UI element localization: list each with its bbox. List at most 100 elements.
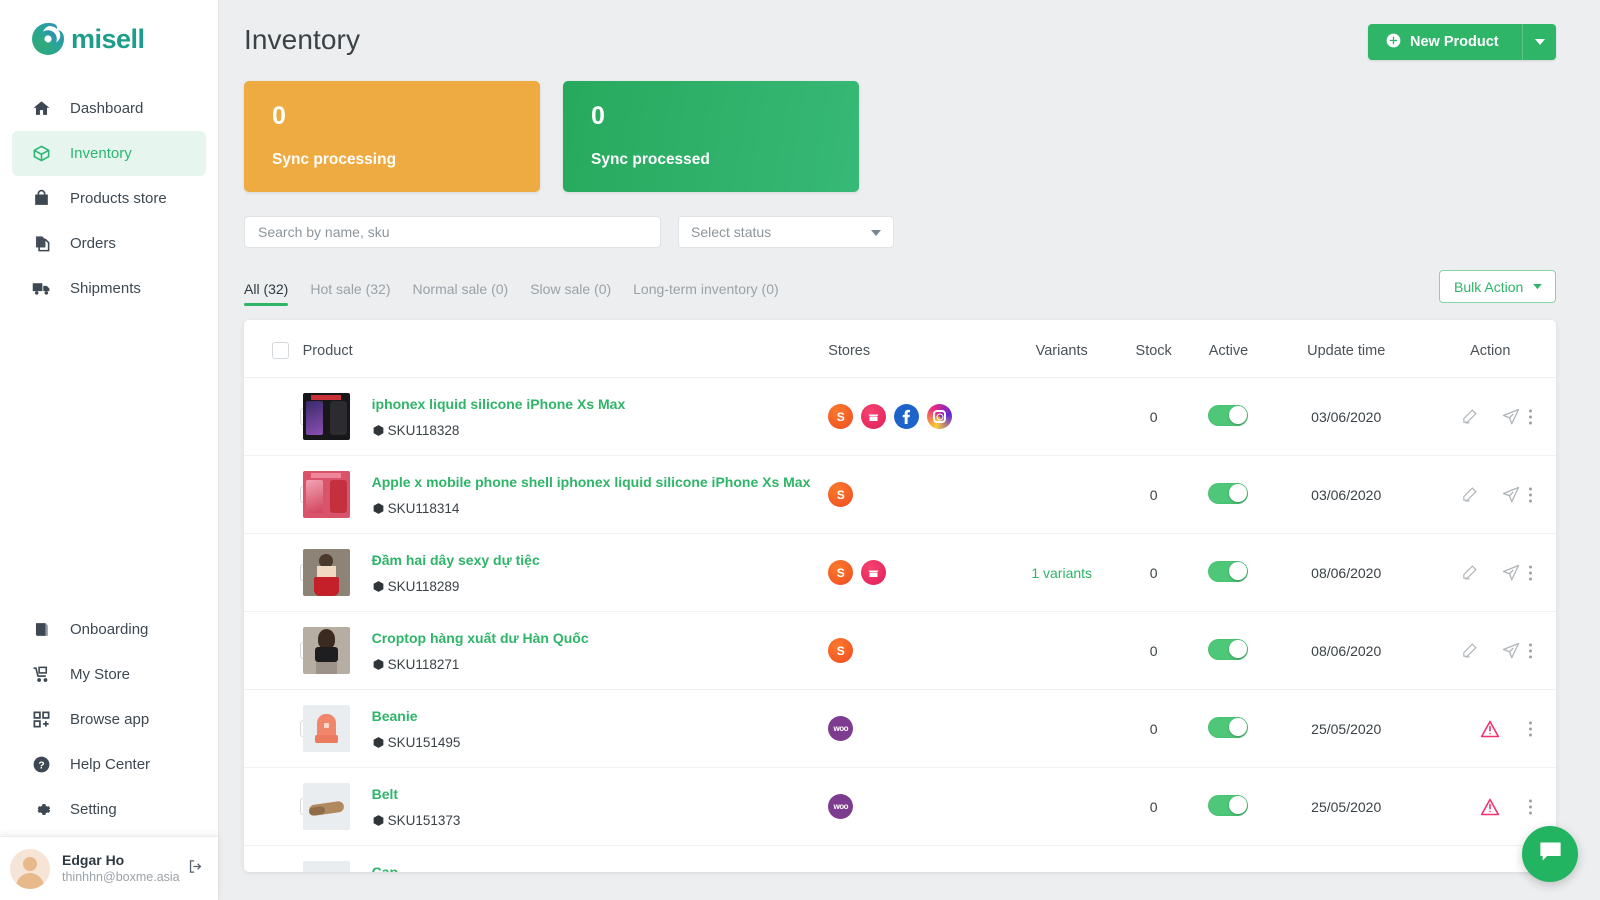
product-name-link[interactable]: Beanie [372,708,418,724]
product-name-link[interactable]: Croptop hàng xuất dư Hàn Quốc [372,630,589,646]
variants-link[interactable]: 1 variants [1031,565,1092,581]
product-thumbnail [303,861,350,872]
misell-swirl-logo-icon [30,21,66,57]
active-toggle[interactable] [1208,717,1248,738]
kebab-icon[interactable] [1529,487,1532,502]
tab-long-term-inventory[interactable]: Long-term inventory (0) [633,281,779,306]
store-icon-woocommerce[interactable]: woo [828,794,853,819]
table-row[interactable]: BeanieSKU151495woo025/05/2020 [244,690,1556,768]
warning-icon[interactable] [1469,797,1511,817]
sidebar-item-onboarding[interactable]: Onboarding [12,607,206,652]
store-icon-facebook[interactable] [894,404,919,429]
store-icon-shopee[interactable]: S [828,482,853,507]
logout-icon[interactable] [187,858,204,880]
sidebar-item-dashboard[interactable]: Dashboard [12,86,206,131]
user-name: Edgar Ho [62,852,181,869]
store-icon-sendo[interactable] [861,560,886,585]
kebab-icon[interactable] [1529,409,1532,424]
store-icon-shopee[interactable]: S [828,638,853,663]
table-row[interactable]: Croptop hàng xuất dư Hàn Quốc SKU118271 S 0… [244,612,1556,690]
edit-icon[interactable] [1448,642,1490,659]
active-toggle[interactable] [1208,795,1248,816]
table-row[interactable]: CapSKU151woo025/05/2020 [244,846,1556,873]
row-actions [1425,719,1556,739]
sidebar-item-orders[interactable]: Orders [12,221,206,266]
sidebar-item-products-store[interactable]: Products store [12,176,206,221]
tab-slow-sale[interactable]: Slow sale (0) [530,281,611,306]
status-select[interactable]: Select status [678,216,894,248]
new-product-caret-down-icon[interactable] [1522,24,1556,60]
tab-normal-sale[interactable]: Normal sale (0) [413,281,509,306]
store-icon-sendo[interactable] [861,404,886,429]
store-icon-woocommerce[interactable]: woo [828,716,853,741]
sku-text: SKU118328 [388,423,460,438]
sidebar-item-shipments[interactable]: Shipments [12,266,206,311]
store-icon-shopee[interactable]: S [828,404,853,429]
row-actions [1425,486,1556,504]
product-name-link[interactable]: Đầm hai dây sexy dự tiệc [372,552,540,568]
update-time-cell: 08/06/2020 [1268,612,1425,690]
sidebar-item-label: Products store [70,190,167,207]
table-row[interactable]: iphonex liquid silicone iPhone Xs Max SKU… [244,378,1556,456]
bulk-action-button[interactable]: Bulk Action [1439,270,1556,303]
table-row[interactable]: BeltSKU151373woo025/05/2020 [244,768,1556,846]
new-product-button[interactable]: New Product [1368,24,1556,60]
product-name-link[interactable]: Belt [372,786,398,802]
sidebar-item-browse-app[interactable]: Browse app [12,697,206,742]
product-name-link[interactable]: Apple x mobile phone shell iphonex liqui… [372,474,811,490]
sidebar-item-my-store[interactable]: My Store [12,652,206,697]
new-product-main[interactable]: New Product [1368,33,1522,52]
warning-icon[interactable] [1469,719,1511,739]
stock-cell: 0 [1118,456,1189,534]
table-row[interactable]: Apple x mobile phone shell iphonex liqui… [244,456,1556,534]
table-row[interactable]: Đầm hai dây sexy dự tiệcSKU118289S 1 vari… [244,534,1556,612]
active-toggle[interactable] [1208,639,1248,660]
active-toggle[interactable] [1208,561,1248,582]
sidebar-item-inventory[interactable]: Inventory [12,131,206,176]
sidebar-primary-nav: Dashboard Inventory Products store Order… [0,86,218,311]
box-icon [372,580,385,593]
send-icon[interactable] [1490,486,1532,504]
action-cell [1425,612,1556,690]
kebab-icon[interactable] [1529,565,1532,580]
edit-icon[interactable] [1448,486,1490,503]
product-name-link[interactable]: Cap [372,864,398,872]
stock-cell: 0 [1118,534,1189,612]
product-name-link[interactable]: iphonex liquid silicone iPhone Xs Max [372,396,626,412]
kebab-icon[interactable] [1529,799,1532,814]
brand-logo[interactable]: misell [0,0,218,78]
box-icon [372,814,385,827]
edit-icon[interactable] [1448,564,1490,581]
variants-cell [1005,768,1118,846]
page-title: Inventory [244,24,360,56]
send-icon[interactable] [1490,642,1532,660]
product-cell: iphonex liquid silicone iPhone Xs Max SKU… [303,378,829,456]
product-thumbnail [303,783,350,830]
col-update-time: Update time [1268,320,1425,378]
edit-icon[interactable] [1448,408,1490,425]
product-thumbnail [303,393,350,440]
tab-all[interactable]: All (32) [244,281,288,306]
kebab-icon[interactable] [1529,643,1532,658]
send-icon[interactable] [1490,564,1532,582]
sidebar-item-setting[interactable]: Setting [12,787,206,832]
store-icon-shopee[interactable]: S [828,560,853,585]
kebab-icon[interactable] [1529,721,1532,736]
store-icon-instagram[interactable] [927,404,952,429]
product-sku: SKU118271 [372,657,589,672]
active-toggle[interactable] [1208,405,1248,426]
user-account-card[interactable]: Edgar Ho thinhhn@boxme.asia [0,836,218,900]
search-input[interactable] [244,216,661,248]
active-toggle[interactable] [1208,483,1248,504]
product-sku: SKU118314 [372,501,811,516]
sidebar-item-help-center[interactable]: ? Help Center [12,742,206,787]
stat-cards: 0 Sync processing 0 Sync processed [244,81,1556,192]
tab-hot-sale[interactable]: Hot sale (32) [310,281,390,306]
active-cell [1189,768,1268,846]
sidebar-item-label: Dashboard [70,100,143,117]
send-icon[interactable] [1490,408,1532,426]
product-cell: Đầm hai dây sexy dự tiệcSKU118289 [303,534,829,612]
row-select-cell [244,612,303,690]
select-all-checkbox[interactable] [272,342,289,359]
chat-support-button[interactable] [1522,826,1578,882]
